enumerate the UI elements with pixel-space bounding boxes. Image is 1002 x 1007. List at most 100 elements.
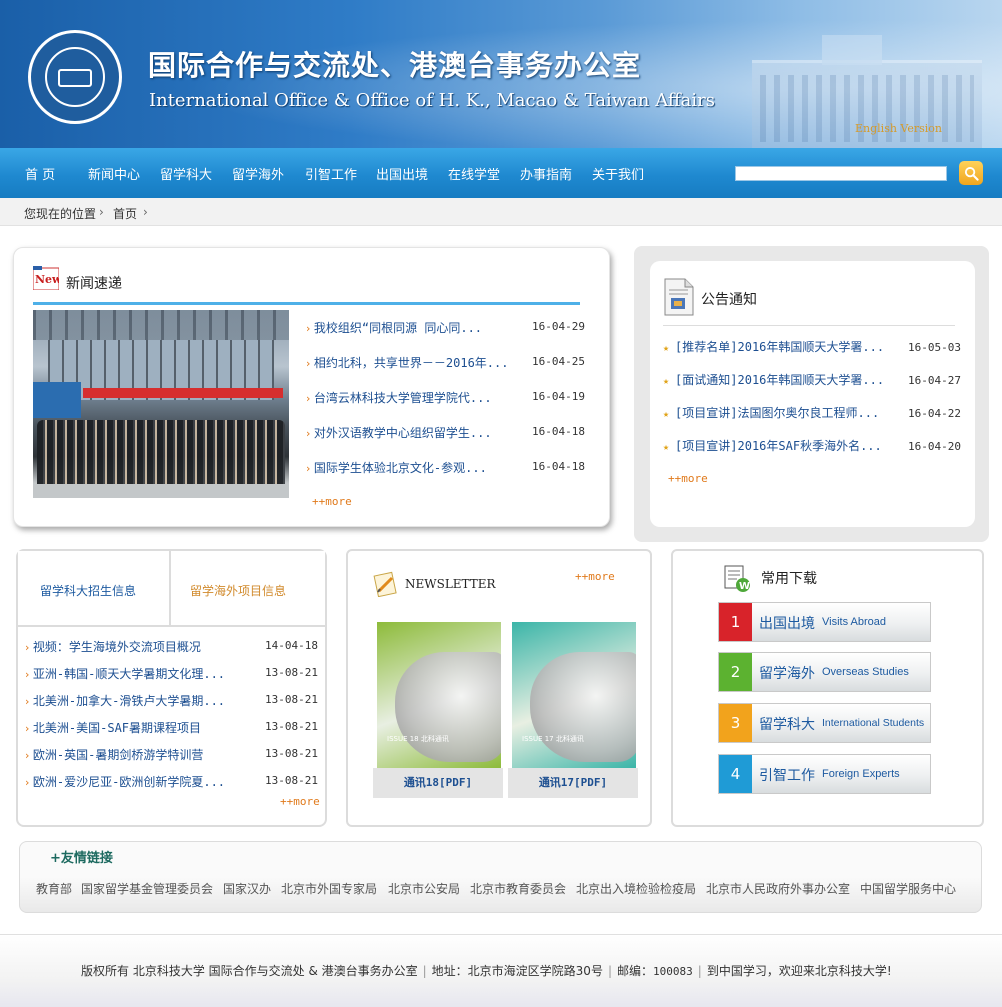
cover-label: ISSUE 17 北科通讯 [522,735,584,743]
newsletter-18-pdf-link[interactable]: 通讯18[PDF] [373,768,503,798]
link-moe[interactable]: 教育部 [36,880,72,897]
nav-study-at-ustb[interactable]: 留学科大 [160,164,212,183]
link-hanban[interactable]: 国家汉办 [223,880,271,897]
list-item[interactable]: › 北美洲-加拿大-滑铁卢大学暑期... [25,692,225,709]
arrow-icon: › [306,322,314,335]
newsletter-17-pdf-link[interactable]: 通讯17[PDF] [508,768,638,798]
star-icon: ★ [663,376,676,387]
arrow-icon: › [25,722,33,735]
download-icon: W [723,565,751,593]
nav-news-center[interactable]: 新闻中心 [88,164,140,183]
footer-postcode-label: 邮编： [617,964,654,978]
list-date: 13-08-21 [265,693,318,706]
newsletter-more-link[interactable]: ++more [575,570,615,583]
university-logo[interactable] [28,30,122,124]
list-item[interactable]: › 欧洲-英国-暑期剑桥游学特训营 [25,746,203,763]
notice-more-link[interactable]: ++more [668,472,708,485]
list-item[interactable]: › 视频：学生海境外交流项目概况 [25,638,201,655]
list-date: 13-08-21 [265,774,318,787]
list-item[interactable]: › 我校组织“同根同源 同心同... [306,319,482,336]
footer-separator: | [697,964,702,978]
list-item[interactable]: › 对外汉语教学中心组织留学生... [306,424,492,441]
footer-postcode: 100083 [653,965,693,978]
photo-banner [83,388,283,398]
footer-welcome: 到中国学习，欢迎来北京科技大学! [706,964,892,978]
nav-going-abroad[interactable]: 出国出境 [376,164,428,183]
list-item[interactable]: ★ [项目宣讲]2016年SAF秋季海外名... [663,437,882,454]
english-version-link[interactable]: English Version [855,122,942,135]
download-overseas-studies-button[interactable]: 2 留学海外 Overseas Studies [718,652,931,692]
download-label-en: Visits Abroad [822,616,887,628]
download-number: 1 [719,603,752,641]
link-foreign-affairs-office[interactable]: 北京市人民政府外事办公室 [706,880,850,897]
download-number: 4 [719,755,752,793]
link-public-security[interactable]: 北京市公安局 [388,880,460,897]
list-item[interactable]: › 北美洲-美国-SAF暑期课程项目 [25,719,201,736]
link-cscse[interactable]: 中国留学服务中心 [860,880,956,897]
admission-more-link[interactable]: ++more [280,795,320,808]
newsletter-icon [372,571,398,598]
list-date: 16-04-20 [908,440,961,453]
svg-text:W: W [739,581,750,592]
document-icon [664,278,694,316]
list-item[interactable]: ★ [推荐名单]2016年韩国顺天大学署... [663,338,884,355]
list-item[interactable]: ★ [面试通知]2016年韩国顺天大学署... [663,371,884,388]
list-date: 13-08-21 [265,747,318,760]
list-date: 13-08-21 [265,666,318,679]
footer-copyright: 版权所有 北京科技大学 国际合作与交流处 & 港澳台事务办公室 [81,964,418,978]
nav-about-us[interactable]: 关于我们 [592,164,644,183]
tab-ustb-admission[interactable]: 留学科大招生信息 [18,551,171,627]
download-international-students-button[interactable]: 3 留学科大 International Students [718,703,931,743]
tab-label: 留学科大招生信息 [40,584,137,598]
logo-seal [58,69,92,87]
list-date: 16-04-25 [532,355,585,368]
list-item[interactable]: › 亚洲-韩国-顺天大学暑期文化理... [25,665,225,682]
list-date: 16-04-18 [532,460,585,473]
site-title-en: International Office & Office of H. K., … [149,90,716,111]
news-more-link[interactable]: ++more [312,495,352,508]
chevron-right-icon: › [143,205,148,219]
download-label-en: Overseas Studies [822,666,909,678]
nav-guide[interactable]: 办事指南 [520,164,572,183]
download-title: 常用下载 [761,571,817,587]
download-label-cn: 留学海外 [759,666,815,682]
breadcrumb-home-link[interactable]: 首页 [113,205,137,222]
building-tower [822,35,882,65]
download-label-cn: 引智工作 [759,768,815,784]
news-photo[interactable] [33,310,289,498]
list-item[interactable]: ★ [项目宣讲]法国图尔奥尔良工程师... [663,404,879,421]
star-icon: ★ [663,442,676,453]
list-item[interactable]: › 相约北科，共享世界－－2016年... [306,354,508,371]
download-number: 3 [719,704,752,742]
tab-overseas-programs[interactable]: 留学海外项目信息 [171,551,325,627]
list-item[interactable]: › 国际学生体验北京文化-参观... [306,459,487,476]
search-button[interactable] [959,161,983,185]
list-date: 16-05-03 [908,341,961,354]
nav-online-learning[interactable]: 在线学堂 [448,164,500,183]
news-divider [33,302,580,305]
link-csc[interactable]: 国家留学基金管理委员会 [81,880,213,897]
site-title-cn: 国际合作与交流处、港澳台事务办公室 [148,49,642,82]
download-foreign-experts-button[interactable]: 4 引智工作 Foreign Experts [718,754,931,794]
link-foreign-experts-bureau[interactable]: 北京市外国专家局 [281,880,377,897]
search-icon [964,166,979,181]
star-icon: ★ [663,409,676,420]
newsletter-cover-17[interactable]: ISSUE 17 北科通讯 [512,622,636,768]
newsletter-cover-18[interactable]: ISSUE 18 北科通讯 [377,622,501,768]
arrow-icon: › [306,427,314,440]
footer-text: 版权所有 北京科技大学 国际合作与交流处 & 港澳台事务办公室 | 地址：北京市海淀… [81,962,892,979]
news-icon: News [32,266,68,291]
nav-study-abroad[interactable]: 留学海外 [232,164,284,183]
world-map-graphic [530,652,636,762]
link-inspection-quarantine[interactable]: 北京出入境检验检疫局 [576,880,696,897]
arrow-icon: › [25,668,33,681]
arrow-icon: › [306,462,314,475]
download-visits-abroad-button[interactable]: 1 出国出境 Visits Abroad [718,602,931,642]
link-education-commission[interactable]: 北京市教育委员会 [470,880,566,897]
list-item[interactable]: › 台湾云林科技大学管理学院代... [306,389,492,406]
list-item[interactable]: › 欧洲-爱沙尼亚-欧洲创新学院夏... [25,773,225,790]
nav-foreign-experts[interactable]: 引智工作 [305,164,357,183]
search-input[interactable] [735,166,947,181]
nav-home[interactable]: 首 页 [25,164,55,183]
download-label-cn: 出国出境 [759,616,815,632]
